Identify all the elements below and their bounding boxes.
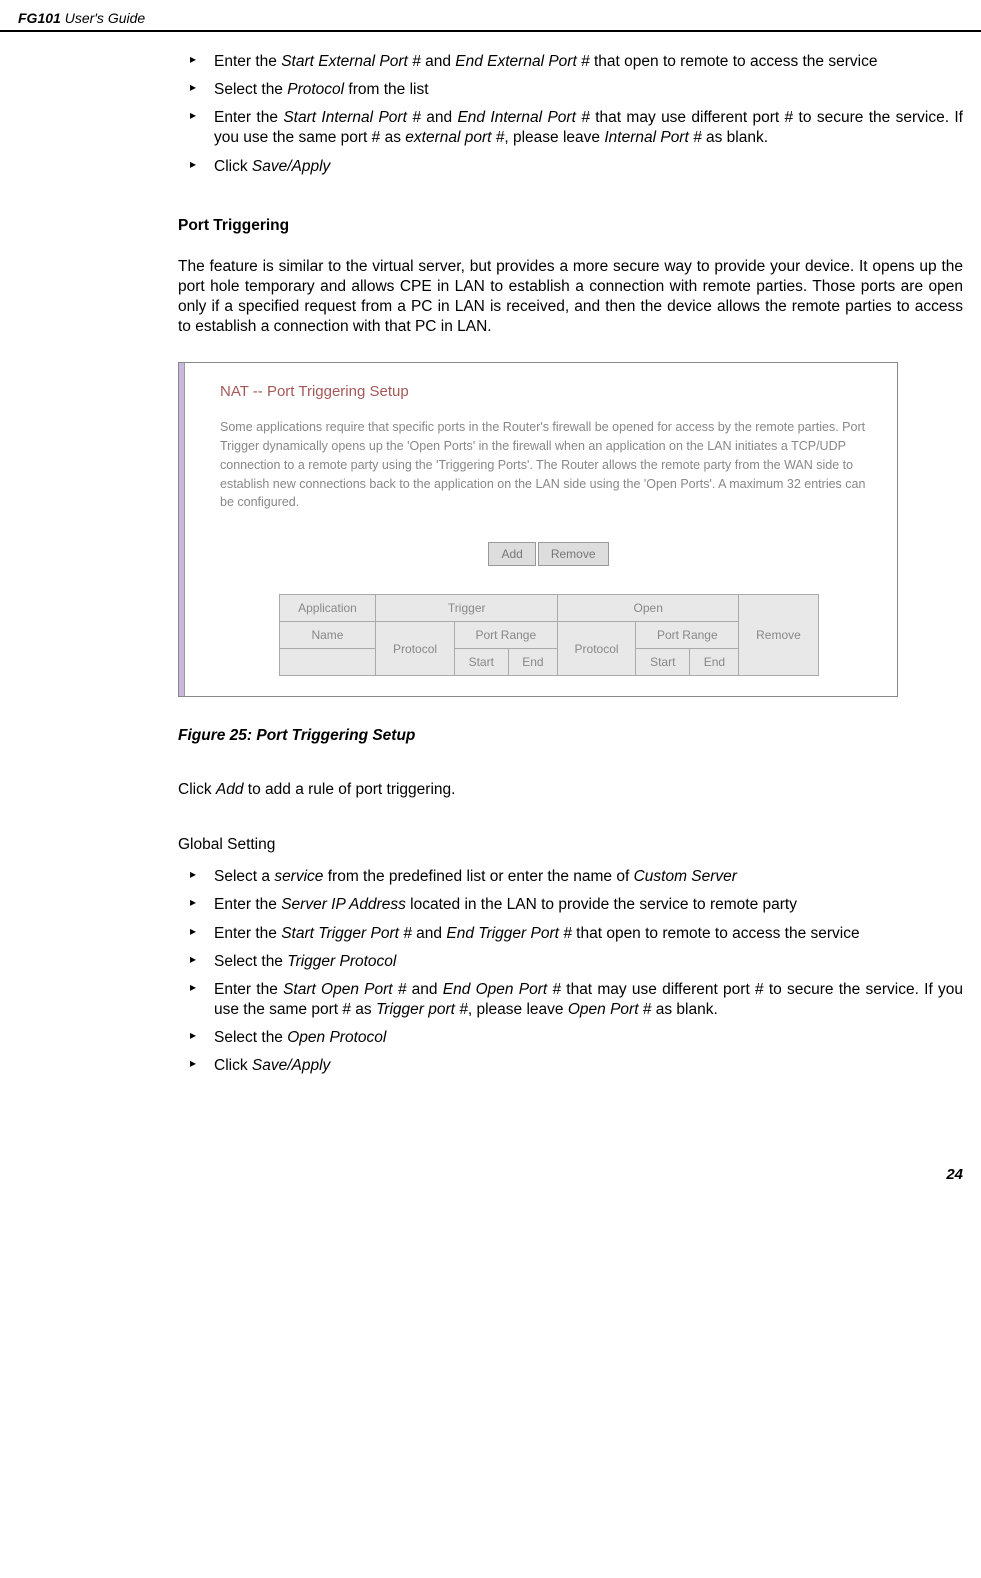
th-trigger-port-range: Port Range	[454, 622, 557, 649]
th-trigger-start: Start	[454, 649, 508, 676]
bullet-item: Click Save/Apply	[178, 1056, 963, 1076]
th-empty	[279, 649, 376, 676]
th-trigger-end: End	[508, 649, 557, 676]
bullet-item: Enter the Start Internal Port # and End …	[178, 108, 963, 148]
figure-caption: Figure 25: Port Triggering Setup	[178, 727, 963, 745]
section-heading-port-triggering: Port Triggering	[178, 217, 963, 235]
th-trigger: Trigger	[376, 595, 558, 622]
port-triggering-table: Application Trigger Open Remove Name Pro…	[279, 594, 819, 676]
th-name: Name	[279, 622, 376, 649]
th-open-end: End	[690, 649, 739, 676]
bullet-item: Select the Open Protocol	[178, 1028, 963, 1048]
port-triggering-paragraph: The feature is similar to the virtual se…	[178, 257, 963, 338]
th-open: Open	[557, 595, 739, 622]
remove-button[interactable]: Remove	[538, 542, 609, 566]
bullet-item: Enter the Start External Port # and End …	[178, 52, 963, 72]
add-button[interactable]: Add	[488, 542, 535, 566]
th-remove: Remove	[739, 595, 818, 676]
th-open-start: Start	[636, 649, 690, 676]
global-setting-label: Global Setting	[178, 835, 963, 855]
bullet-item: Select the Protocol from the list	[178, 80, 963, 100]
bullet-item: Enter the Server IP Address located in t…	[178, 895, 963, 915]
th-trigger-protocol: Protocol	[376, 622, 454, 676]
header-bold: FG101	[18, 10, 61, 26]
figure-inner-title: NAT -- Port Triggering Setup	[220, 383, 877, 400]
main-content: Enter the Start External Port # and End …	[0, 32, 981, 1126]
bullet-item: Enter the Start Trigger Port # and End T…	[178, 924, 963, 944]
top-bullet-list: Enter the Start External Port # and End …	[178, 52, 963, 177]
figure-inner-description: Some applications require that specific …	[220, 418, 877, 512]
page-header: FG101 User's Guide	[0, 0, 981, 32]
bullet-item: Enter the Start Open Port # and End Open…	[178, 980, 963, 1020]
bullet-item: Click Save/Apply	[178, 157, 963, 177]
bottom-bullet-list: Select a service from the predefined lis…	[178, 867, 963, 1076]
th-open-port-range: Port Range	[636, 622, 739, 649]
header-regular: User's Guide	[61, 10, 145, 26]
th-application: Application	[279, 595, 376, 622]
th-open-protocol: Protocol	[557, 622, 635, 676]
bullet-item: Select the Trigger Protocol	[178, 952, 963, 972]
bullet-item: Select a service from the predefined lis…	[178, 867, 963, 887]
figure-screenshot: NAT -- Port Triggering Setup Some applic…	[178, 362, 898, 697]
click-add-paragraph: Click Add to add a rule of port triggeri…	[178, 780, 963, 800]
figure-button-row: AddRemove	[220, 542, 877, 566]
page-number: 24	[0, 1126, 981, 1183]
